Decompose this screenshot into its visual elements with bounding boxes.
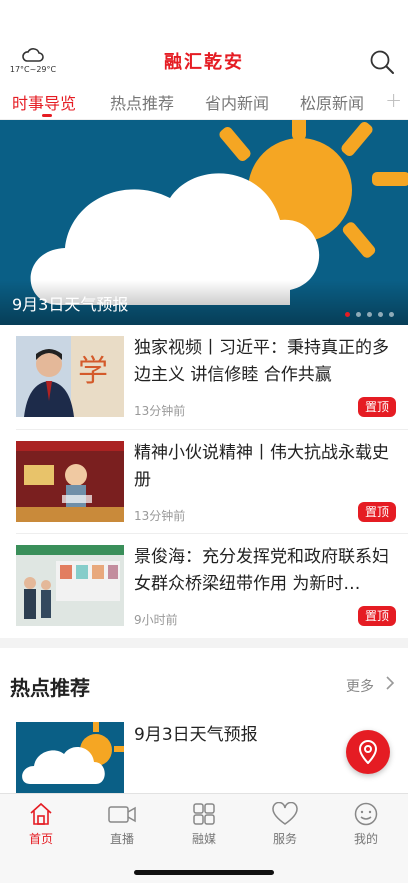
nav-label: 服务 bbox=[272, 832, 297, 846]
nav-label: 我的 bbox=[353, 832, 378, 846]
nav-service[interactable]: 服务 bbox=[255, 802, 315, 847]
news-title: 独家视频丨习近平：秉持真正的多边主义 讲信修睦 合作共赢 bbox=[134, 338, 389, 385]
tab-songyuan-news[interactable]: 松原新闻 bbox=[300, 90, 364, 114]
news-title: 景俊海：充分发挥党和政府联系妇女群众桥梁纽带作用 为新时… bbox=[134, 547, 389, 594]
section-title: 热点推荐 bbox=[10, 676, 90, 700]
location-button[interactable] bbox=[346, 730, 390, 774]
tab-hot-recommend[interactable]: 热点推荐 bbox=[110, 90, 174, 114]
carousel-dot bbox=[389, 312, 394, 317]
add-channel-button[interactable]: + bbox=[385, 88, 402, 112]
app-title: 融汇乾安 bbox=[164, 52, 244, 73]
news-item[interactable]: 精神小伙说精神丨伟大抗战永载史册 13分钟前 置顶 bbox=[0, 430, 408, 534]
pinned-badge: 置顶 bbox=[357, 502, 396, 522]
tab-current-affairs[interactable]: 时事导览 bbox=[12, 90, 76, 114]
channel-tabs: 时事导览 热点推荐 省内新闻 松原新闻 + bbox=[0, 84, 408, 120]
news-thumbnail bbox=[16, 441, 124, 522]
home-indicator[interactable] bbox=[134, 870, 274, 875]
nav-label: 首页 bbox=[28, 832, 53, 846]
news-time: 13分钟前 bbox=[134, 509, 186, 523]
heart-icon bbox=[272, 802, 298, 825]
news-thumbnail: 学 bbox=[16, 336, 124, 417]
news-item[interactable]: 景俊海：充分发挥党和政府联系妇女群众桥梁纽带作用 为新时… 9小时前 置顶 bbox=[0, 534, 408, 638]
search-icon[interactable] bbox=[368, 48, 396, 76]
nav-live[interactable]: 直播 bbox=[92, 802, 152, 847]
nav-profile[interactable]: 我的 bbox=[336, 802, 396, 847]
news-item[interactable]: 学 独家视频丨习近平：秉持真正的多边主义 讲信修睦 合作共赢 13分钟前 置顶 bbox=[0, 325, 408, 429]
news-title: 精神小伙说精神丨伟大抗战永载史册 bbox=[134, 443, 389, 490]
section-gap bbox=[0, 638, 408, 648]
chevron-right-icon[interactable] bbox=[384, 674, 396, 692]
carousel-dot bbox=[356, 312, 361, 317]
carousel-dot bbox=[345, 312, 350, 317]
carousel-dot bbox=[367, 312, 372, 317]
banner-carousel[interactable]: 9月3日天气预报 bbox=[0, 120, 408, 325]
tab-province-news[interactable]: 省内新闻 bbox=[205, 90, 269, 114]
nav-home[interactable]: 首页 bbox=[11, 802, 71, 847]
news-thumbnail bbox=[16, 722, 124, 800]
news-thumbnail bbox=[16, 545, 124, 626]
nav-label: 直播 bbox=[109, 832, 134, 846]
svg-text:学: 学 bbox=[78, 354, 108, 389]
video-camera-icon bbox=[108, 806, 136, 823]
news-title: 9月3日天气预报 bbox=[134, 725, 258, 745]
carousel-dot bbox=[378, 312, 383, 317]
smiley-icon bbox=[354, 802, 378, 826]
hot-section-header: 热点推荐 更多 bbox=[0, 660, 408, 704]
news-time: 9小时前 bbox=[134, 613, 178, 627]
nav-media[interactable]: 融媒 bbox=[174, 802, 234, 847]
carousel-indicator bbox=[345, 312, 394, 317]
app-header: 17°C~29°C 融汇乾安 bbox=[0, 40, 408, 84]
location-pin-icon bbox=[358, 740, 378, 764]
more-link[interactable]: 更多 bbox=[346, 676, 374, 696]
active-tab-indicator bbox=[42, 114, 52, 117]
nav-label: 融媒 bbox=[191, 832, 216, 846]
pinned-badge: 置顶 bbox=[357, 606, 396, 626]
news-time: 13分钟前 bbox=[134, 404, 186, 418]
pinned-badge: 置顶 bbox=[357, 397, 396, 417]
home-icon bbox=[30, 802, 52, 825]
grid-icon bbox=[193, 803, 215, 825]
banner-caption: 9月3日天气预报 bbox=[12, 295, 129, 314]
